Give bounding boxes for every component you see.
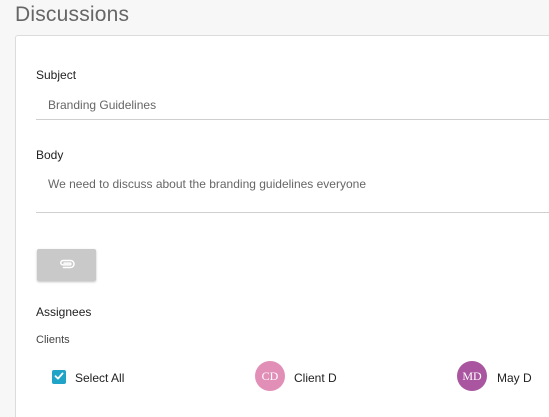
discussion-form-card: Subject Branding Guidelines Body We need… [15,35,549,417]
select-all-label[interactable]: Select All [75,371,124,385]
assignee-name[interactable]: May D [497,371,532,385]
body-underline [36,212,549,213]
body-label: Body [36,148,64,162]
subject-label: Subject [36,68,77,82]
assignee-name[interactable]: Client D [294,371,337,385]
paperclip-icon [59,256,75,274]
clients-group-label: Clients [36,334,70,346]
subject-underline [36,119,549,120]
page-title: Discussions [15,3,130,26]
checkmark-icon [54,368,64,386]
subject-input[interactable]: Branding Guidelines [48,98,156,112]
select-all-checkbox[interactable] [52,370,66,384]
attach-file-button[interactable] [37,249,96,281]
avatar[interactable]: MD [457,361,487,391]
avatar-initials: CD [261,368,279,383]
body-input[interactable]: We need to discuss about the branding gu… [48,177,366,191]
avatar[interactable]: CD [255,361,285,391]
assignees-heading: Assignees [36,305,92,319]
avatar-initials: MD [462,368,482,383]
